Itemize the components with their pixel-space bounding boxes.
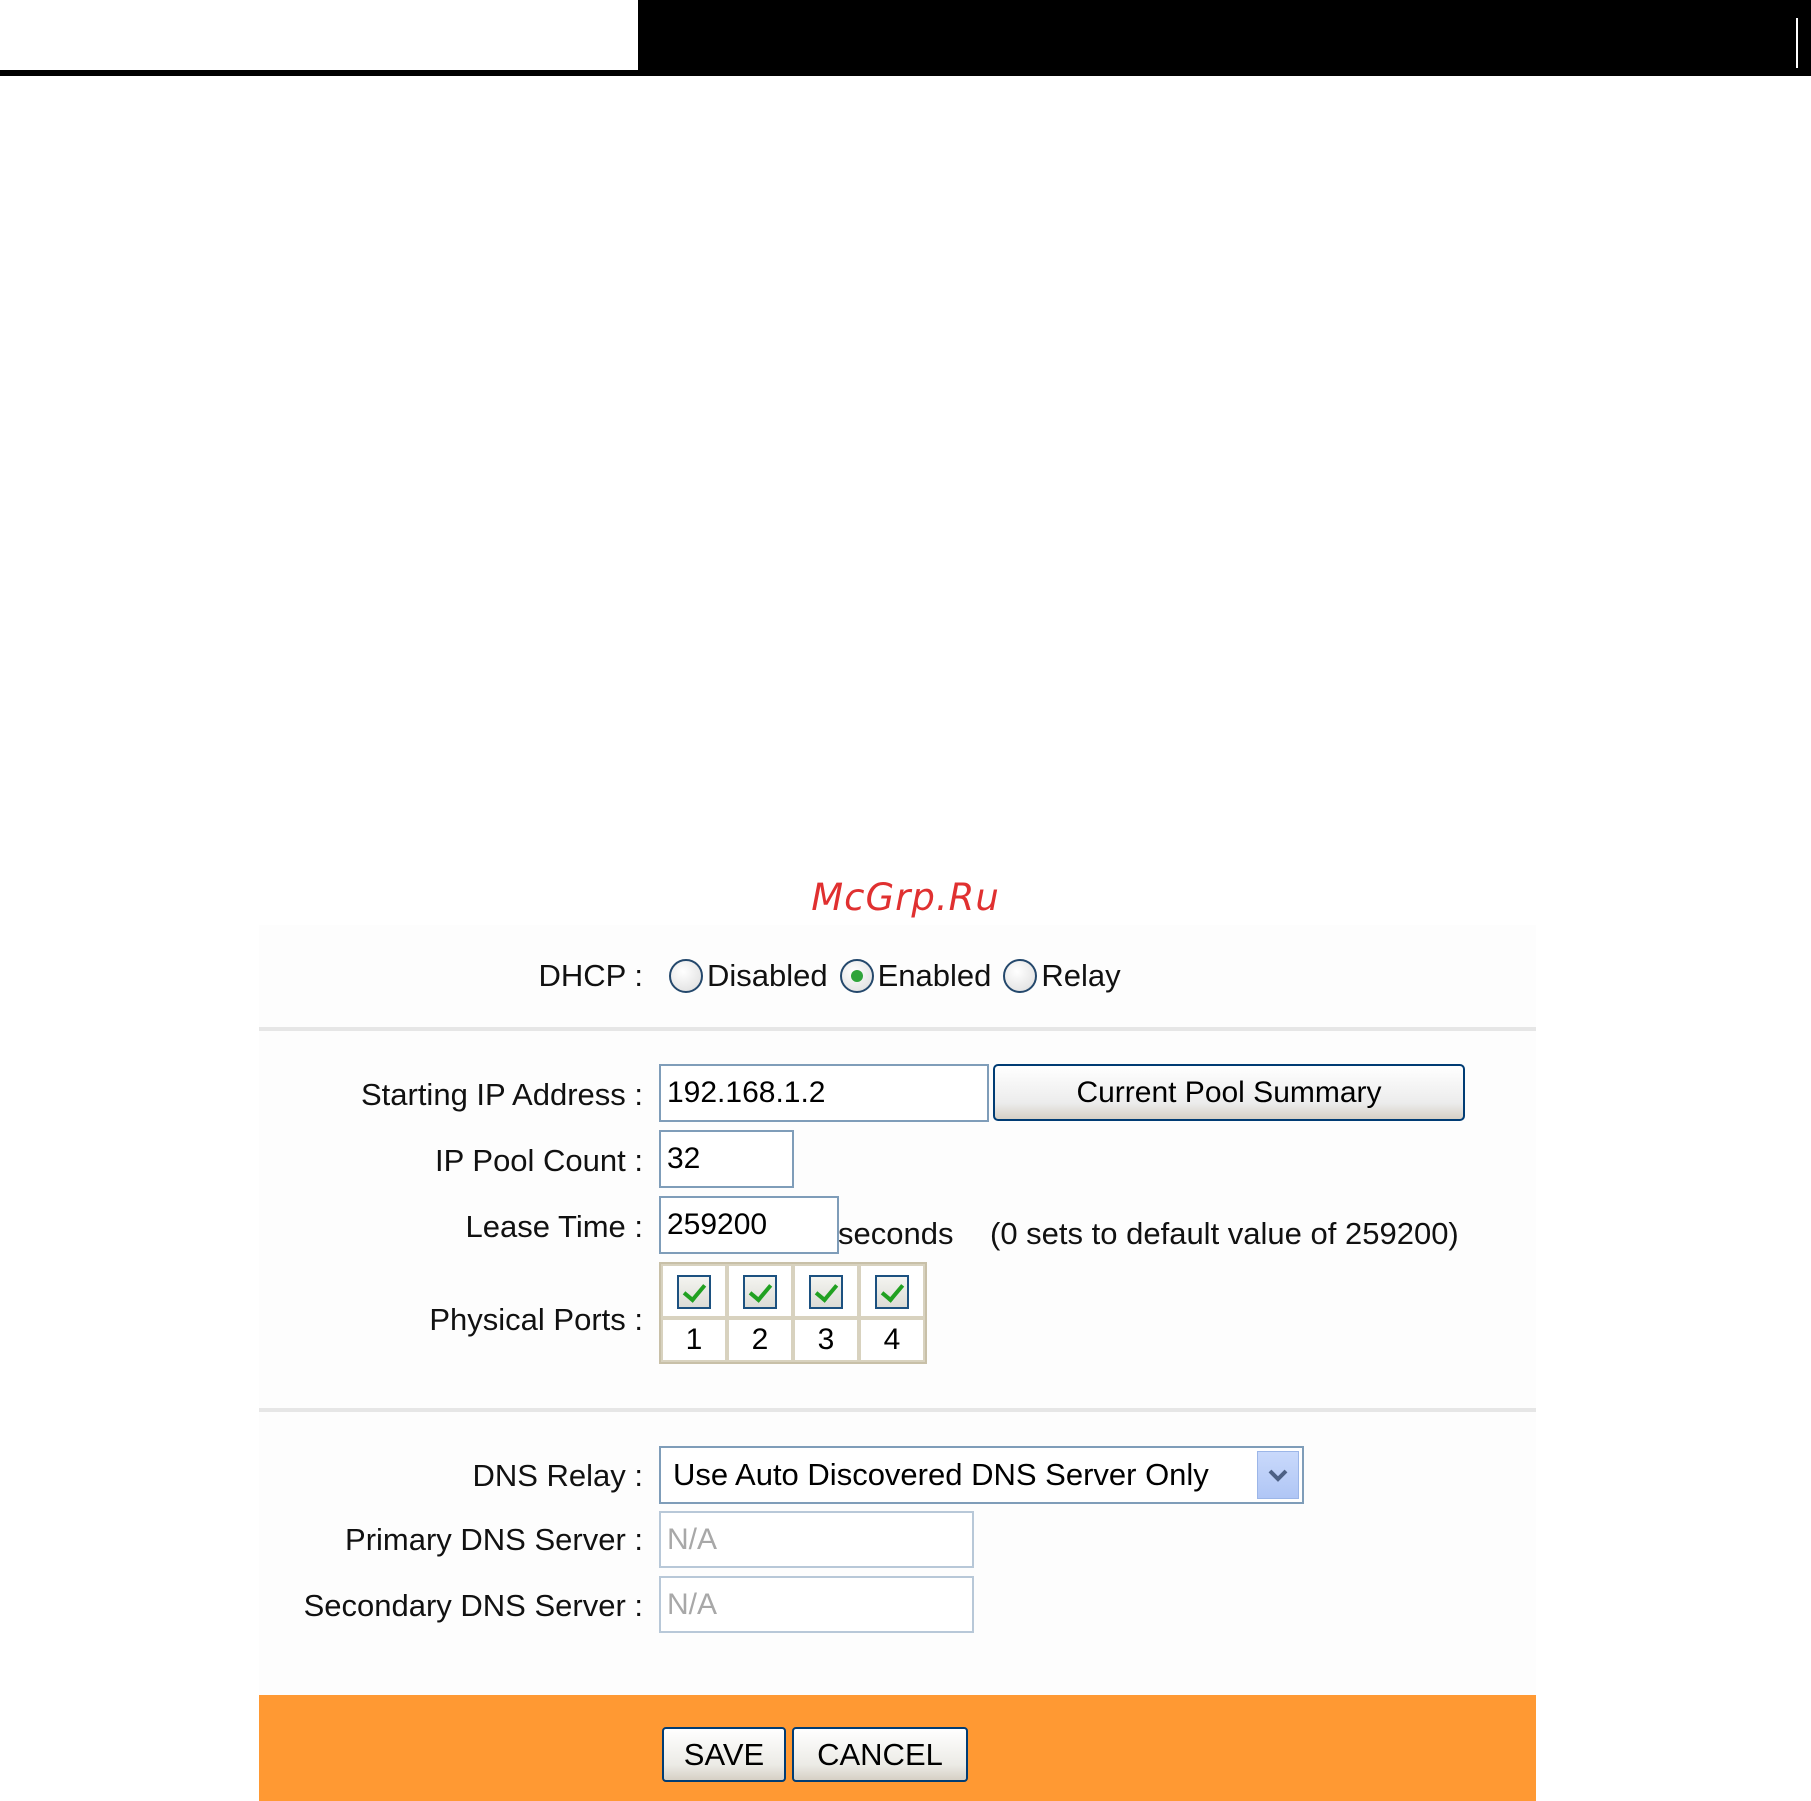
port-2-cell [727,1264,793,1318]
dns-relay-select[interactable]: Use Auto Discovered DNS Server Only [659,1446,1304,1504]
port-1-cell [661,1264,727,1318]
radio-enabled-label: Enabled [877,958,992,993]
secondary-dns-label: Secondary DNS Server : [303,1588,643,1623]
dns-relay-selected-value: Use Auto Discovered DNS Server Only [673,1457,1209,1492]
primary-dns-label: Primary DNS Server : [345,1522,643,1557]
radio-relay[interactable] [1003,959,1038,993]
page: McGrp.Ru DHCP : Disabled Enabled Relay S… [0,0,1811,1801]
chevron-down-icon[interactable] [1257,1451,1299,1499]
lease-time-label: Lease Time : [465,1209,643,1244]
physical-ports-label: Physical Ports : [429,1302,643,1337]
lease-time-input[interactable] [659,1196,839,1254]
radio-enabled[interactable] [839,959,874,993]
header-bar [638,0,1811,75]
dhcp-option-relay[interactable]: Relay [1003,958,1121,994]
lease-time-hint: (0 sets to default value of 259200) [990,1216,1459,1251]
lease-time-unit: seconds [838,1216,954,1251]
secondary-dns-input[interactable] [659,1576,974,1633]
current-pool-summary-button[interactable]: Current Pool Summary [993,1064,1465,1121]
divider-2 [259,1408,1536,1412]
watermark: McGrp.Ru [811,876,1000,919]
dhcp-radio-group: Disabled Enabled Relay [669,958,1133,994]
divider-1 [259,1027,1536,1031]
header-rule [0,70,1811,76]
port-2-checkbox[interactable] [743,1274,777,1309]
primary-dns-input[interactable] [659,1511,974,1568]
port-4-checkbox[interactable] [875,1274,909,1309]
dns-relay-label: DNS Relay : [472,1458,643,1493]
port-3-number: 3 [793,1318,859,1362]
port-4-number: 4 [859,1318,925,1362]
starting-ip-input[interactable] [659,1064,989,1122]
ip-pool-count-label: IP Pool Count : [435,1143,643,1178]
port-3-checkbox[interactable] [809,1274,843,1309]
dhcp-option-disabled[interactable]: Disabled [669,958,828,994]
save-button[interactable]: SAVE [662,1727,786,1782]
cancel-button[interactable]: CANCEL [792,1727,968,1782]
port-4-cell [859,1264,925,1318]
chevron-down-icon-svg [1268,1469,1288,1482]
radio-disabled-label: Disabled [707,958,828,993]
port-3-cell [793,1264,859,1318]
physical-ports-table: 1 2 3 4 [659,1262,927,1364]
dhcp-option-enabled[interactable]: Enabled [839,958,992,994]
radio-disabled[interactable] [669,959,703,993]
ip-pool-count-input[interactable] [659,1130,794,1188]
starting-ip-label: Starting IP Address : [360,1077,643,1112]
port-1-number: 1 [661,1318,727,1362]
port-1-checkbox[interactable] [677,1274,711,1309]
radio-relay-label: Relay [1041,958,1121,993]
header-divider [1796,18,1798,68]
port-2-number: 2 [727,1318,793,1362]
dhcp-label: DHCP : [538,958,643,993]
